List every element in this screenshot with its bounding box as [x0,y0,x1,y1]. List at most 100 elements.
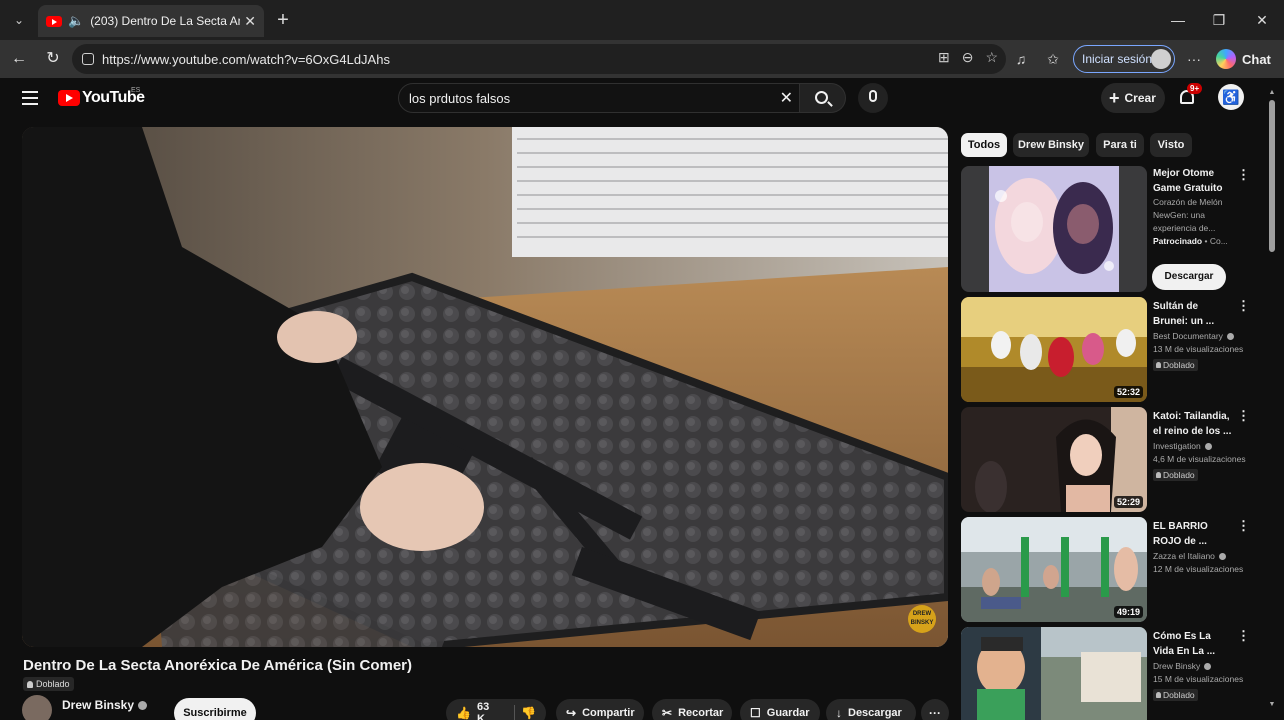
thumbs-down-icon[interactable]: 👎 [521,706,536,720]
rec-more-vert-icon[interactable]: ⋮ [1237,629,1250,643]
rec-channel[interactable]: Drew Binsky [1153,661,1249,672]
zoom-icon[interactable]: ⊖ [962,49,974,66]
rec-thumbnail[interactable]: 52:29 [961,407,1147,512]
rec-more-vert-icon[interactable]: ⋮ [1237,299,1250,313]
chip-para-ti[interactable]: Para ti [1096,133,1144,157]
url-text[interactable]: https://www.youtube.com/watch?v=6OxG4LdJ… [102,52,390,67]
recommendation-item[interactable]: Cómo Es La Vida En La ... ⋮ Drew Binsky … [961,627,1250,720]
dubbed-badge: Doblado [1153,359,1198,371]
favorite-star-icon[interactable]: ☆ [985,49,998,66]
channel-name-text: Drew Binsky [62,698,135,712]
browser-tab-active[interactable]: 🔈 (203) Dentro De La Secta Anoréxica De … [38,5,264,37]
media-control-icon[interactable]: ♫ [1011,49,1031,69]
window-close-icon[interactable]: ✕ [1248,8,1276,32]
chip-drew-binsky[interactable]: Drew Binsky [1013,133,1089,157]
account-avatar[interactable]: ♿ [1218,84,1244,110]
dubbed-badge: Doblado [23,677,74,691]
download-button[interactable]: ↓ Descargar [826,699,916,720]
more-actions-button[interactable]: ··· [921,699,949,720]
video-duration: 52:32 [1113,386,1143,398]
like-button[interactable]: 👍 63 K 👎 [446,699,546,720]
screen: ⌄ 🔈 (203) Dentro De La Secta Anoréxica D… [0,0,1284,720]
signin-label: Iniciar sesión [1082,52,1153,66]
rec-title[interactable]: Mejor Otome Game Gratuito [1153,166,1233,196]
profile-avatar-icon [1151,49,1171,69]
maximize-icon[interactable]: ❐ [1205,8,1233,32]
address-bar[interactable]: https://www.youtube.com/watch?v=6OxG4LdJ… [72,44,1006,74]
channel-name[interactable]: Drew Binsky [62,698,148,712]
chip-visto[interactable]: Visto [1150,133,1192,157]
sponsored-thumbnail[interactable] [961,166,1147,292]
chip-todos[interactable]: Todos [961,133,1007,157]
app-grid-icon[interactable]: ⊞ [938,49,950,66]
clear-search-icon[interactable]: ✕ [780,88,793,108]
search-input[interactable] [409,90,769,106]
channel-avatar[interactable] [22,695,52,720]
more-options-icon[interactable]: ··· [1184,49,1204,69]
recommendation-item[interactable]: 52:32 Sultán de Brunei: un ... ⋮ Best Do… [961,297,1250,403]
subscribe-button[interactable]: Suscribirme [174,698,256,720]
rec-title[interactable]: Sultán de Brunei: un ... [1153,299,1233,329]
video-title: Dentro De La Secta Anoréxica De América … [23,657,413,674]
search-icon [815,91,828,104]
rec-thumbnail[interactable] [961,627,1147,720]
recommendation-item[interactable]: 49:19 EL BARRIO ROJO de ... ⋮ Zazza el I… [961,517,1250,623]
rec-channel[interactable]: Zazza el Italiano [1153,551,1249,562]
scroll-down-arrow-icon[interactable]: ▼ [1268,701,1276,708]
browser-tab-strip: ⌄ 🔈 (203) Dentro De La Secta Anoréxica D… [0,0,1284,40]
rec-title[interactable]: Cómo Es La Vida En La ... [1153,629,1233,659]
video-duration: 49:19 [1113,606,1143,618]
rec-views: 15 M de visualizaciones [1153,674,1244,684]
scroll-up-arrow-icon[interactable]: ▲ [1268,89,1276,96]
clip-button[interactable]: ✂ Recortar [652,699,732,720]
share-button[interactable]: ↪ Compartir [556,699,644,720]
rec-more-vert-icon[interactable]: ⋮ [1237,409,1250,423]
verified-check-icon [1204,663,1212,671]
page-scrollbar[interactable]: ▲ ▼ [1268,89,1276,715]
rec-title[interactable]: EL BARRIO ROJO de ... [1153,519,1233,549]
menu-hamburger-icon[interactable] [22,91,38,105]
video-frame [22,127,948,647]
save-label: Guardar [766,707,810,719]
rec-thumbnail[interactable]: 52:32 [961,297,1147,402]
channel-watermark-logo[interactable]: DREW BINSKY [908,605,936,633]
verified-check-icon [1226,333,1234,341]
rec-title[interactable]: Katoi: Tailandia, el reino de los ... [1153,409,1233,439]
tab-list-chevron-icon[interactable]: ⌄ [6,8,32,32]
youtube-play-logo-icon [58,90,80,106]
create-button[interactable]: + Crear [1101,83,1165,113]
rec-more-vert-icon[interactable]: ⋮ [1237,519,1250,533]
rec-channel-text: Best Documentary [1153,331,1223,341]
tab-close-icon[interactable]: ✕ [244,13,256,30]
rec-views: 4,6 M de visualizaciones [1153,454,1246,464]
favorites-icon[interactable]: ✩ [1043,49,1063,69]
rec-more-vert-icon[interactable]: ⋮ [1237,168,1250,182]
plus-icon: + [1109,88,1120,108]
recommendation-item[interactable]: 52:29 Katoi: Tailandia, el reino de los … [961,407,1250,513]
minimize-icon[interactable]: — [1164,8,1192,32]
verified-check-icon [1204,443,1212,451]
dubbed-label: Doblado [1163,470,1195,480]
back-arrow-icon[interactable]: ← [8,48,30,70]
copilot-chat-button[interactable]: Chat [1216,45,1278,73]
notifications-button[interactable]: 9+ [1178,83,1203,108]
sponsored-recommendation[interactable]: Mejor Otome Game Gratuito ⋮ Corazón de M… [961,166,1250,294]
search-button[interactable] [800,83,846,113]
rec-thumbnail[interactable]: 49:19 [961,517,1147,622]
youtube-favicon-icon [46,15,62,27]
rec-channel[interactable]: Investigation [1153,441,1249,452]
rec-channel[interactable]: Best Documentary [1153,331,1249,342]
site-info-icon[interactable] [82,53,94,65]
new-tab-plus-icon[interactable]: + [272,9,294,31]
video-player[interactable]: DREW BINSKY [22,127,948,647]
create-label: Crear [1124,91,1156,105]
sponsored-suffix: • Co... [1202,236,1228,246]
voice-search-button[interactable] [858,83,888,113]
scrollbar-thumb[interactable] [1269,100,1275,252]
signin-button[interactable]: Iniciar sesión [1073,45,1175,73]
reload-icon[interactable]: ↻ [42,48,64,70]
speaker-icon[interactable]: 🔈 [68,13,84,29]
chat-label: Chat [1242,51,1271,67]
sponsored-download-button[interactable]: Descargar [1152,264,1226,290]
save-button[interactable]: ☐ Guardar [740,699,820,720]
